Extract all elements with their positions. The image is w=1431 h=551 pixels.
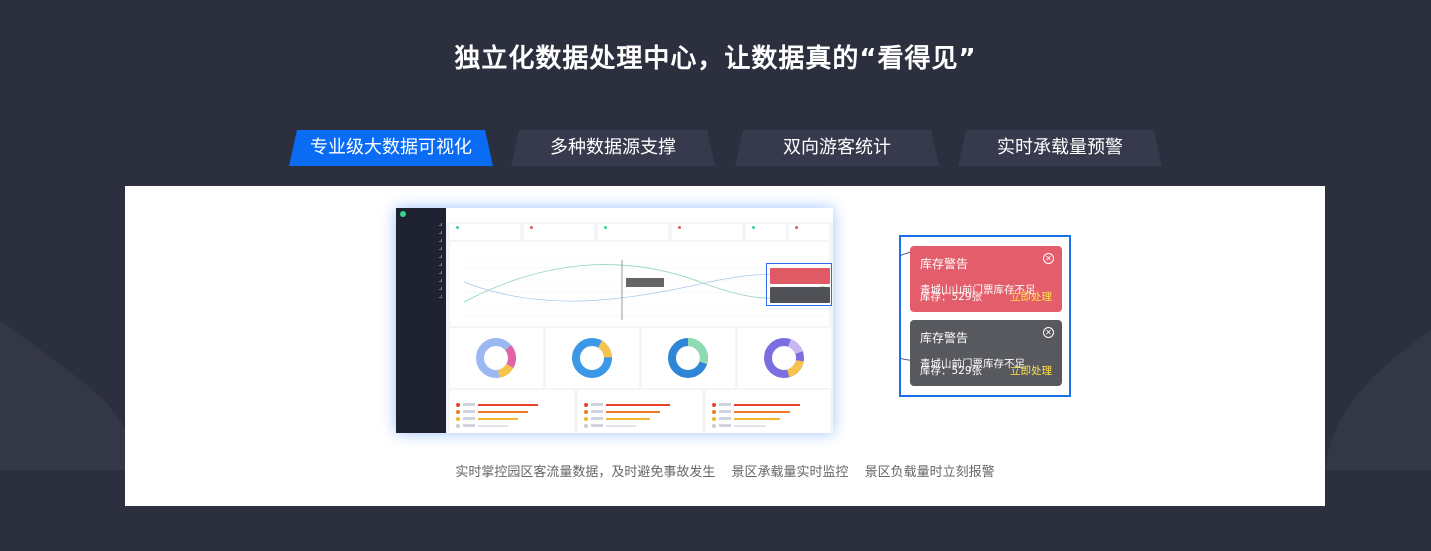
ranking-card (578, 390, 702, 433)
sidebar-item (400, 246, 444, 250)
dashboard-topbar (446, 208, 833, 222)
donut-card (546, 328, 639, 388)
sidebar-item (400, 238, 444, 242)
donut-card (738, 328, 831, 388)
dashboard-sidebar (396, 208, 446, 433)
mini-alert-highlight (766, 263, 832, 306)
alert-zoom-frame: 库存警告 ✕ 青城山山前门票库存不足 库存：529张 立即处理 库存警告 ✕ 青… (899, 235, 1071, 397)
ranking-card (450, 390, 574, 433)
alert-card-gray: 库存警告 ✕ 青城山前门票库存不足 库存：529张 立即处理 (910, 320, 1062, 386)
handle-now-button[interactable]: 立即处理 (1010, 363, 1052, 378)
donut-chart (668, 338, 708, 378)
sidebar-item (400, 278, 444, 282)
sidebar-item (400, 294, 444, 298)
alert-stock: 库存：529张 (920, 365, 983, 377)
caption-item: 实时掌控园区客流量数据，及时避免事故发生 (455, 465, 716, 480)
tab-data-sources[interactable]: 多种数据源支撑 (511, 130, 715, 166)
sidebar-item (400, 270, 444, 274)
tab-visitor-stats[interactable]: 双向游客统计 (735, 130, 939, 166)
feature-caption: 实时掌控园区客流量数据，及时避免事故发生 景区承载量实时监控 景区负载量时立刻报… (125, 461, 1325, 480)
stat-card (746, 224, 786, 240)
dashboard-logo (400, 211, 408, 217)
tab-visualization[interactable]: 专业级大数据可视化 (289, 130, 493, 166)
donut-card (642, 328, 735, 388)
alert-title: 库存警告 (920, 331, 969, 345)
sidebar-item (400, 254, 444, 258)
stat-card (524, 224, 594, 240)
tab-capacity-warning[interactable]: 实时承载量预警 (958, 130, 1162, 166)
stat-card (450, 224, 520, 240)
caption-item: 景区承载量实时监控 (731, 465, 849, 480)
sidebar-item (400, 286, 444, 290)
donut-chart (572, 338, 612, 378)
sidebar-item (400, 230, 444, 234)
sidebar-item (400, 262, 444, 266)
alert-title: 库存警告 (920, 257, 969, 271)
close-icon[interactable]: ✕ (1043, 253, 1054, 264)
mini-alert-gray (770, 287, 830, 303)
close-icon[interactable]: ✕ (1043, 327, 1054, 338)
alert-stock: 库存：529张 (920, 291, 983, 303)
donut-chart (764, 338, 804, 378)
stat-card (672, 224, 742, 240)
dashboard-screenshot (396, 208, 833, 433)
handle-now-button[interactable]: 立即处理 (1010, 289, 1052, 304)
donut-card (450, 328, 543, 388)
stat-card (789, 224, 829, 240)
alert-card-red: 库存警告 ✕ 青城山山前门票库存不足 库存：529张 立即处理 (910, 246, 1062, 312)
stat-card (598, 224, 668, 240)
donut-chart (476, 338, 516, 378)
page-headline: 独立化数据处理中心，让数据真的“看得见” (454, 44, 977, 74)
caption-item: 景区负载量时立刻报警 (864, 465, 995, 480)
ranking-card (706, 390, 830, 433)
feature-panel: 库存警告 ✕ 青城山山前门票库存不足 库存：529张 立即处理 库存警告 ✕ 青… (125, 186, 1325, 506)
sidebar-item (400, 222, 444, 226)
mini-alert-red (770, 268, 830, 284)
